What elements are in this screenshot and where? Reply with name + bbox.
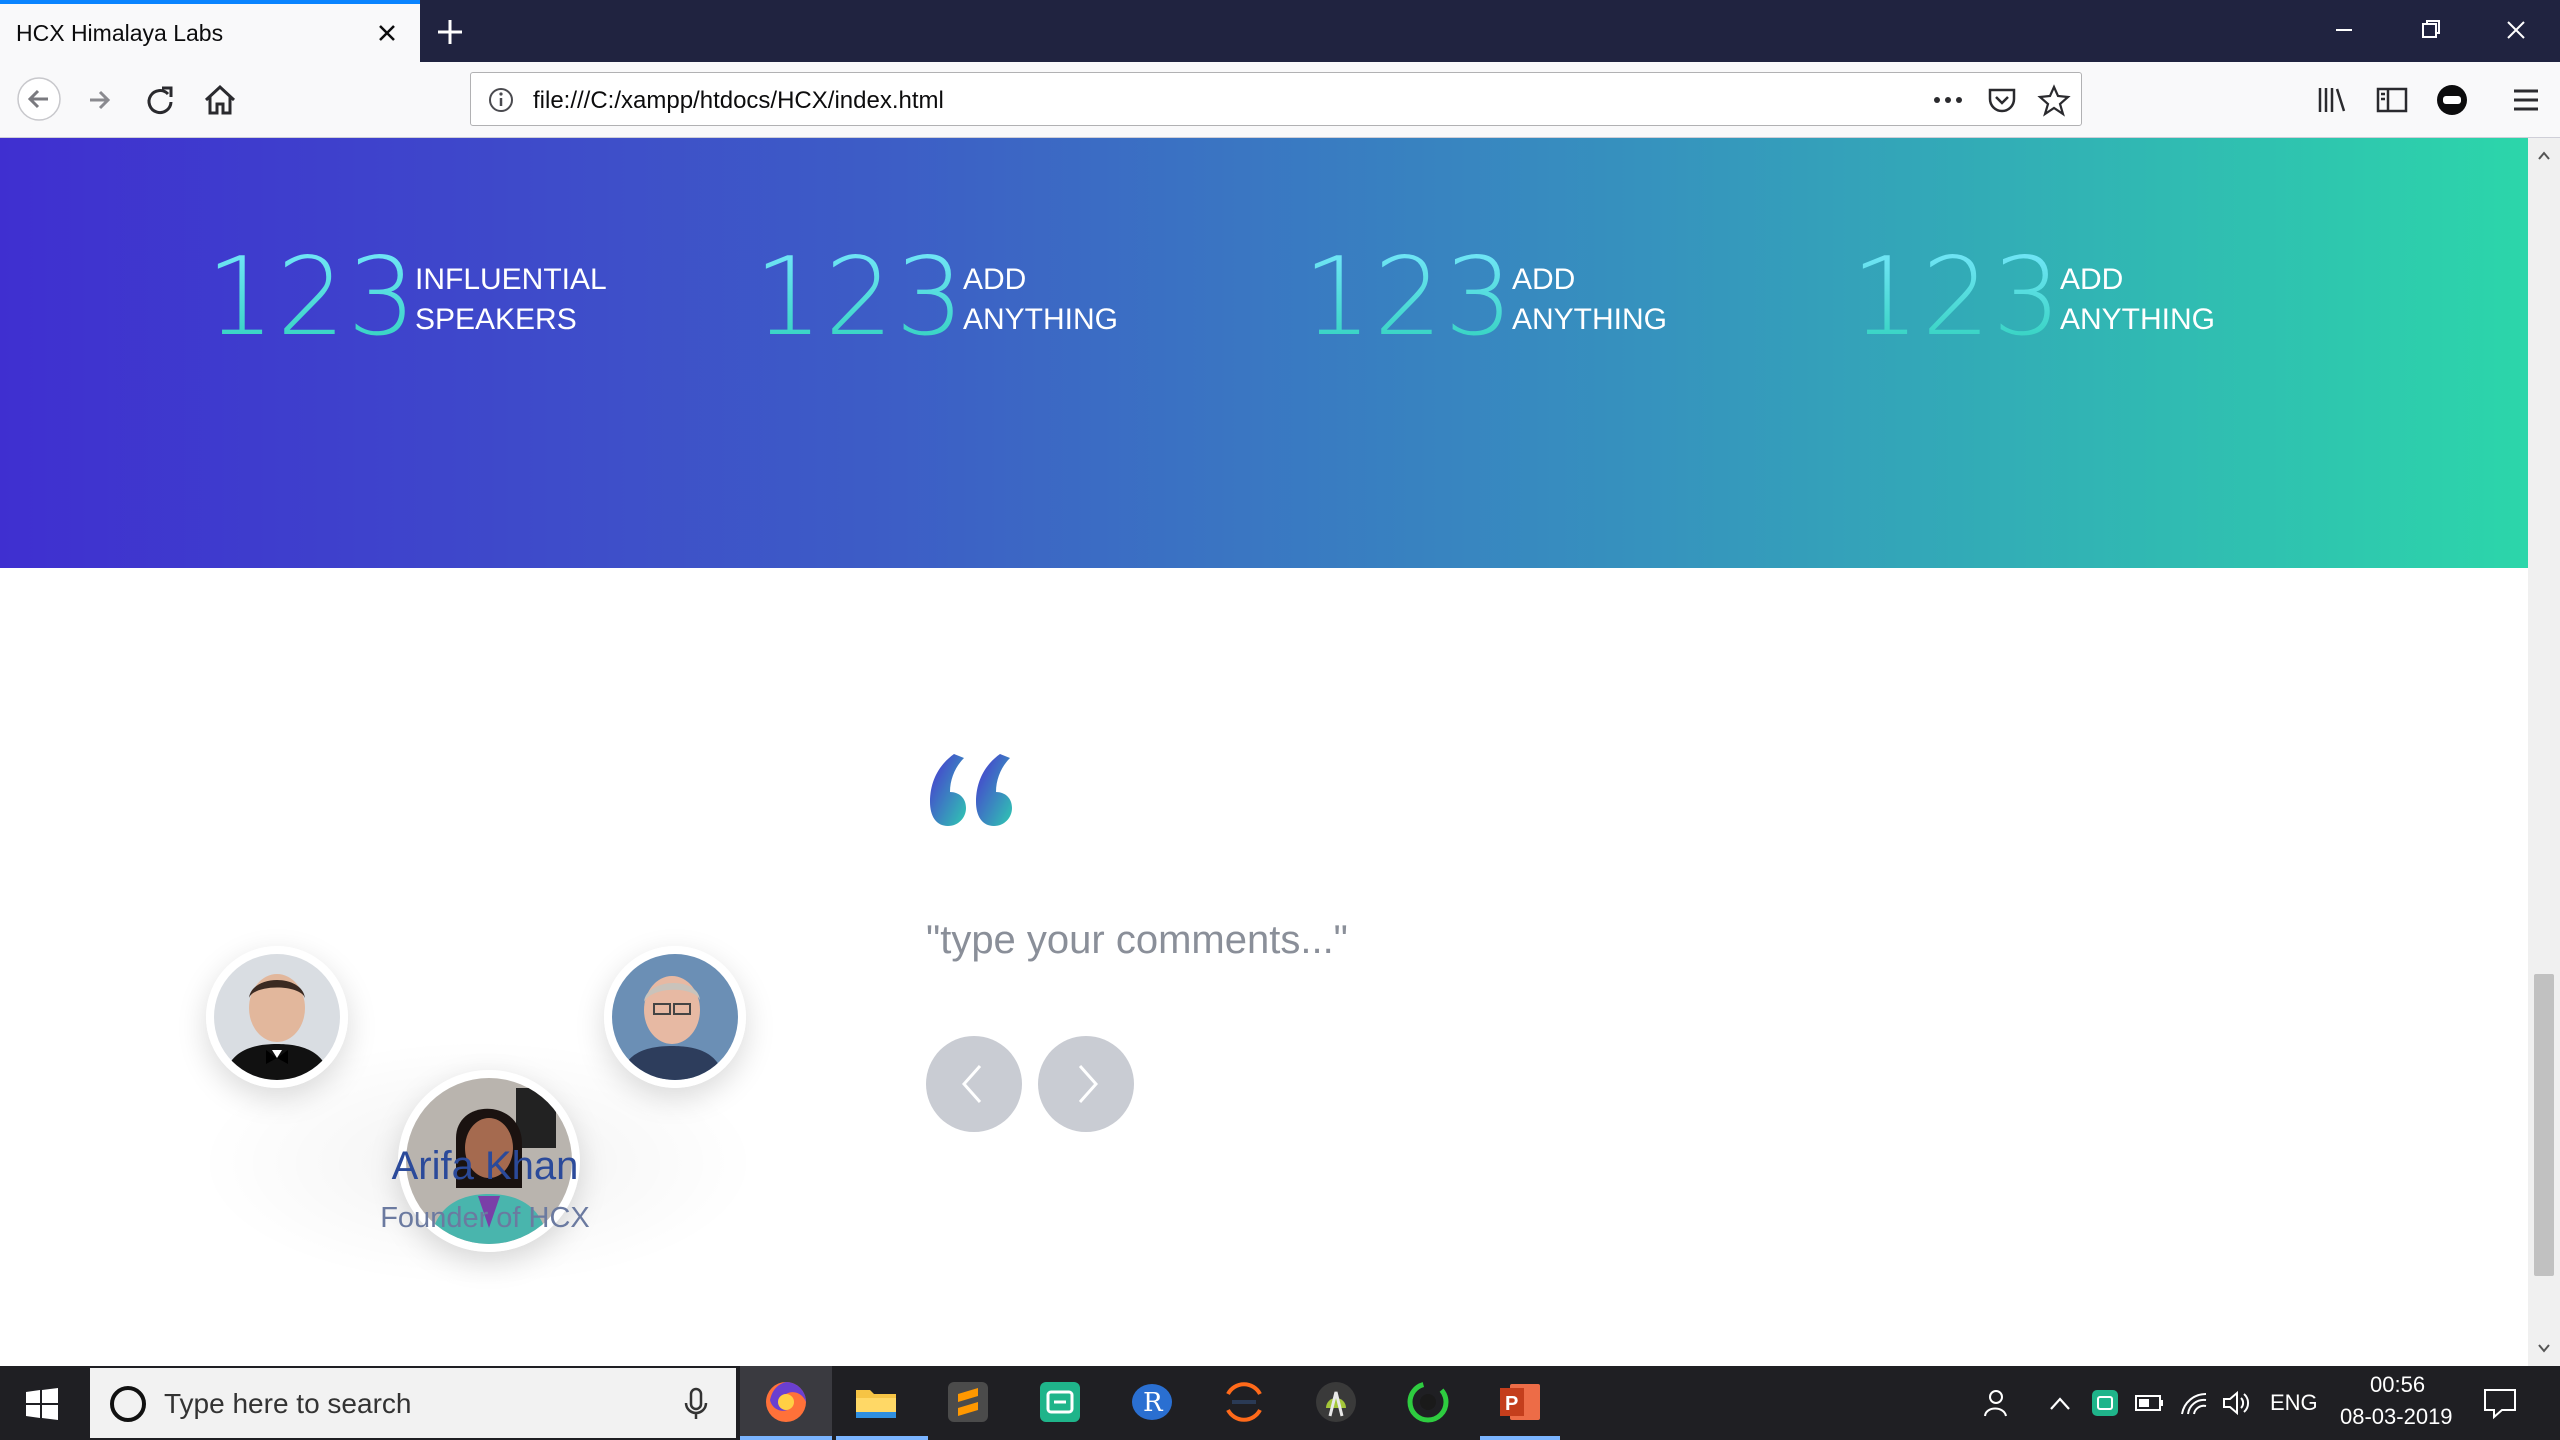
firefox-icon[interactable]: [762, 1378, 810, 1426]
library-icon[interactable]: [2312, 80, 2352, 120]
testimonial-comment: "type your comments...": [926, 918, 1348, 962]
address-bar[interactable]: file:///C:/xampp/htdocs/HCX/index.html: [470, 72, 2082, 126]
windows-taskbar: Type here to search R P ENG 00:56 08-03-…: [0, 1366, 2560, 1440]
browser-tab-strip: HCX Himalaya Labs: [0, 0, 2560, 62]
chevron-up-icon[interactable]: [2046, 1390, 2074, 1418]
scrollbar-thumb[interactable]: [2534, 974, 2554, 1276]
stat-item: 123 ADD ANYTHING: [1851, 238, 2271, 378]
stat-label-line: ANYTHING: [963, 303, 1119, 336]
stat-label: ADD ANYTHING: [1512, 260, 1772, 340]
close-tab-icon[interactable]: [372, 18, 402, 48]
svg-text:R: R: [1143, 1388, 1164, 1418]
person-role: Founder of HCX: [380, 1202, 590, 1234]
avatar[interactable]: [604, 946, 746, 1088]
person-photo: [214, 954, 340, 1080]
stat-item: 123 ADD ANYTHING: [1303, 238, 1723, 378]
running-indicator: [836, 1436, 928, 1440]
stat-label-line: ADD: [963, 263, 1027, 296]
site-info-icon[interactable]: [487, 86, 515, 114]
input-language[interactable]: ENG: [2270, 1390, 2318, 1416]
stat-label: INFLUENTIAL SPEAKERS: [415, 260, 675, 340]
stat-item: 123 INFLUENTIAL SPEAKERS: [206, 238, 626, 378]
stat-label-line: ANYTHING: [2060, 303, 2216, 336]
r-language-icon[interactable]: R: [1128, 1378, 1176, 1426]
quote-icon: [930, 754, 1012, 826]
navigation-toolbar: file:///C:/xampp/htdocs/HCX/index.html: [0, 62, 2560, 138]
forward-icon[interactable]: [80, 80, 120, 120]
minimize-icon[interactable]: [2324, 12, 2364, 48]
vertical-scrollbar[interactable]: [2528, 138, 2560, 1366]
notifications-icon[interactable]: [2482, 1386, 2518, 1420]
pocket-icon[interactable]: [1985, 83, 2019, 117]
page-viewport: 123 INFLUENTIAL SPEAKERS 123 ADD ANYTHIN…: [0, 138, 2528, 1366]
person-name: Arifa Khan: [391, 1144, 579, 1188]
reload-icon[interactable]: [140, 80, 180, 120]
next-button[interactable]: [1038, 1036, 1134, 1132]
taskbar-search-box[interactable]: Type here to search: [90, 1368, 736, 1438]
back-icon[interactable]: [16, 76, 62, 122]
stat-label-line: ADD: [2060, 263, 2124, 296]
chevron-left-icon: [961, 1065, 982, 1103]
url-text: file:///C:/xampp/htdocs/HCX/index.html: [533, 87, 944, 114]
android-studio-icon[interactable]: [1312, 1378, 1360, 1426]
home-icon[interactable]: [200, 80, 240, 120]
cortana-icon: [110, 1386, 146, 1422]
stat-label-line: SPEAKERS: [415, 303, 577, 336]
stats-banner: 123 INFLUENTIAL SPEAKERS 123 ADD ANYTHIN…: [0, 138, 2528, 568]
stat-item: 123 ADD ANYTHING: [754, 238, 1174, 378]
avatar[interactable]: [206, 946, 348, 1088]
eclipse-icon[interactable]: [1220, 1378, 1268, 1426]
stat-label: ADD ANYTHING: [2060, 260, 2320, 340]
stat-label-line: INFLUENTIAL: [415, 263, 607, 296]
file-explorer-icon[interactable]: [852, 1378, 900, 1426]
stat-number: 123: [1851, 235, 2064, 360]
powerpoint-icon[interactable]: P: [1496, 1378, 1544, 1426]
sync-app-icon[interactable]: [1404, 1378, 1452, 1426]
bookmark-star-icon[interactable]: [2037, 83, 2071, 117]
browser-tab[interactable]: HCX Himalaya Labs: [0, 0, 420, 62]
stat-label-line: ADD: [1512, 263, 1576, 296]
wifi-icon[interactable]: [2178, 1388, 2210, 1418]
battery-icon[interactable]: [2134, 1390, 2166, 1416]
stat-label-line: ANYTHING: [1512, 303, 1668, 336]
sublime-text-icon[interactable]: [944, 1378, 992, 1426]
stat-label: ADD ANYTHING: [963, 260, 1223, 340]
sidebar-icon[interactable]: [2372, 80, 2412, 120]
new-tab-icon[interactable]: [432, 14, 468, 50]
clock-time[interactable]: 00:56: [2370, 1372, 2425, 1398]
previous-button[interactable]: [926, 1036, 1022, 1132]
stat-number: 123: [754, 235, 967, 360]
running-indicator: [1480, 1436, 1560, 1440]
chevron-right-icon: [1078, 1065, 1099, 1103]
people-icon[interactable]: [1976, 1386, 2010, 1420]
menu-icon[interactable]: [2506, 80, 2546, 120]
stat-number: 123: [1303, 235, 1516, 360]
scroll-down-icon[interactable]: [2536, 1340, 2552, 1356]
volume-icon[interactable]: [2220, 1388, 2252, 1418]
clock-date[interactable]: 08-03-2019: [2340, 1404, 2453, 1430]
active-indicator: [740, 1436, 832, 1440]
restore-icon[interactable]: [2410, 12, 2450, 48]
tray-app-icon[interactable]: [2090, 1388, 2120, 1418]
store-app-icon[interactable]: [1036, 1378, 1084, 1426]
svg-text:P: P: [1505, 1393, 1518, 1415]
person-photo: [612, 954, 738, 1080]
tab-title: HCX Himalaya Labs: [16, 20, 224, 46]
close-window-icon[interactable]: [2496, 12, 2536, 48]
microphone-icon[interactable]: [680, 1386, 712, 1422]
search-placeholder: Type here to search: [164, 1388, 412, 1419]
stat-number: 123: [206, 235, 419, 360]
scroll-up-icon[interactable]: [2536, 148, 2552, 164]
page-actions-icon[interactable]: [1931, 85, 1965, 115]
windows-start-icon[interactable]: [24, 1386, 60, 1422]
account-icon[interactable]: [2432, 80, 2472, 120]
